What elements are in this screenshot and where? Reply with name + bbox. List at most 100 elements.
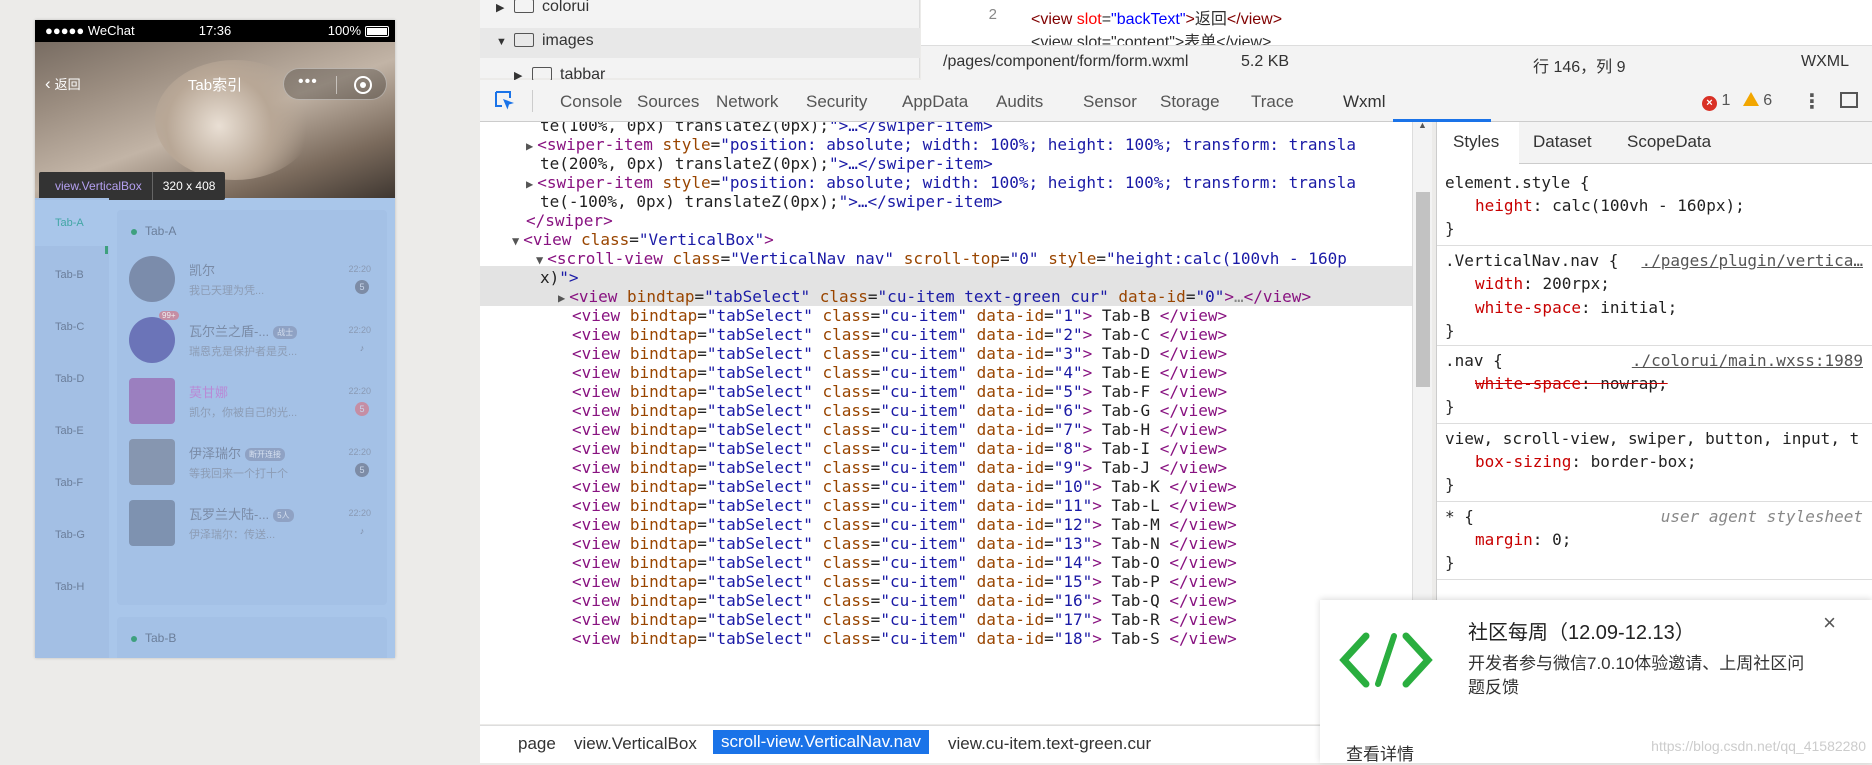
chat-item[interactable]: 瓦罗兰大陆-... 5人 伊泽瑞尔：传送... 22:20 ♪ bbox=[117, 492, 387, 556]
style-property[interactable]: white-space: initial; bbox=[1445, 296, 1872, 320]
style-rule[interactable]: .VerticalNav.nav { ./pages/plugin/vertica… bbox=[1437, 246, 1872, 346]
status-bar: ●●●●● WeChat 17:36 100% bbox=[35, 20, 395, 42]
inspect-element-icon[interactable] bbox=[494, 90, 516, 112]
tab-console[interactable]: Console bbox=[560, 92, 622, 112]
section-title: Tab-B bbox=[131, 631, 176, 645]
avatar bbox=[129, 256, 175, 302]
tab-appdata[interactable]: AppData bbox=[902, 92, 968, 112]
close-icon[interactable]: × bbox=[1823, 610, 1836, 636]
code-line: <view slot="content">表单</view> bbox=[1031, 34, 1272, 45]
dom-node-line[interactable]: ▼ <scroll-view class="VerticalNav nav" sc… bbox=[536, 248, 1347, 270]
tree-item-images[interactable]: ▼ images bbox=[496, 28, 594, 54]
chat-tag: 5人 bbox=[273, 509, 294, 523]
count-badge: 5 bbox=[355, 463, 369, 477]
mute-bell-icon: ♪ bbox=[359, 526, 365, 536]
crumb-scroll-view[interactable]: scroll-view.VerticalNav.nav bbox=[713, 730, 929, 754]
rule-source[interactable]: ./colorui/main.wxss:1989 bbox=[1632, 350, 1863, 372]
left-tab-tab-e[interactable]: Tab-E bbox=[35, 408, 109, 454]
chat-item[interactable]: 莫甘娜 凯尔，你被自己的光... 22:20 5 bbox=[117, 370, 387, 434]
tab-styles[interactable]: Styles bbox=[1453, 132, 1499, 152]
view-details-link[interactable]: 查看详情 bbox=[1346, 740, 1414, 765]
style-property[interactable]: box-sizing: border-box; bbox=[1445, 450, 1872, 474]
collapse-icon[interactable]: ▼ bbox=[512, 234, 519, 248]
notification-card[interactable]: 社区每周（12.09-12.13） 开发者参与微信7.0.10体验邀请、上周社区… bbox=[1320, 600, 1872, 765]
tab-scopedata[interactable]: ScopeData bbox=[1627, 132, 1711, 152]
chat-name: 伊泽瑞尔 断开连接 bbox=[189, 443, 286, 462]
simulator-screen[interactable]: ●●●●● WeChat 17:36 100% ‹ 返回 Tab索引 ••• vi… bbox=[35, 20, 395, 658]
close-miniprogram-icon[interactable] bbox=[354, 76, 372, 94]
collapse-icon[interactable]: ▼ bbox=[536, 253, 543, 267]
expand-icon[interactable]: ▶ bbox=[526, 177, 533, 191]
line-number: 2 bbox=[988, 6, 997, 23]
error-icon: × bbox=[1702, 96, 1717, 111]
code-brackets-icon bbox=[1339, 632, 1433, 688]
style-rule[interactable]: view, scroll-view, swiper, button, input… bbox=[1437, 424, 1872, 502]
left-tab-tab-a[interactable]: Tab-A bbox=[35, 200, 109, 246]
chat-preview: 凯尔，你被自己的光... bbox=[189, 407, 298, 419]
chat-preview: 瑞恩克是保护者是灵... bbox=[189, 346, 298, 358]
left-tab-tab-d[interactable]: Tab-D bbox=[35, 356, 109, 402]
tooltip-size: 320 x 408 bbox=[162, 179, 216, 193]
tooltip-name: view.VerticalBox bbox=[39, 172, 153, 200]
section-card-b: Tab-B bbox=[117, 617, 387, 658]
rule-selector: .VerticalNav.nav { bbox=[1445, 251, 1619, 270]
chat-time: 22:20 bbox=[348, 325, 371, 335]
dock-side-icon[interactable] bbox=[1840, 92, 1858, 108]
expand-icon[interactable]: ▶ bbox=[526, 139, 533, 153]
battery-percent: 100% bbox=[327, 23, 361, 38]
chat-time: 22:20 bbox=[348, 386, 371, 396]
tab-dataset[interactable]: Dataset bbox=[1533, 132, 1592, 152]
rule-source[interactable]: ./pages/plugin/vertica… bbox=[1641, 250, 1863, 272]
tab-network[interactable]: Network bbox=[716, 92, 778, 112]
style-rule[interactable]: .nav {./colorui/main.wxss:1989 white-spac… bbox=[1437, 346, 1872, 424]
tab-security[interactable]: Security bbox=[806, 92, 867, 112]
expand-icon[interactable]: ▶ bbox=[558, 291, 565, 305]
tab-audits[interactable]: Audits bbox=[996, 92, 1043, 112]
capsule-menu[interactable]: ••• bbox=[283, 68, 387, 100]
chat-item[interactable]: 99+ 瓦尔兰之盾-... 战士 瑞恩克是保护者是灵... 22:20 ♪ bbox=[117, 309, 387, 373]
code-editor[interactable]: 2 <view slot="backText">返回</view> <view … bbox=[921, 0, 1872, 45]
breadcrumb: page view.VerticalBox scroll-view.Vertic… bbox=[480, 725, 1320, 763]
tab-storage[interactable]: Storage bbox=[1160, 92, 1220, 112]
more-icon[interactable]: ••• bbox=[298, 73, 318, 91]
style-property[interactable]: margin: 0; bbox=[1445, 528, 1872, 552]
code-line: <view slot="backText">返回</view> bbox=[1031, 11, 1283, 28]
language-mode[interactable]: WXML bbox=[1801, 53, 1849, 71]
tab-trace[interactable]: Trace bbox=[1251, 92, 1294, 112]
avatar bbox=[129, 500, 175, 546]
left-tab-tab-g[interactable]: Tab-G bbox=[35, 512, 109, 558]
style-property[interactable]: white-space: nowrap; bbox=[1445, 372, 1872, 396]
style-property[interactable]: width: 200rpx; bbox=[1445, 272, 1872, 296]
left-tab-tab-b[interactable]: Tab-B bbox=[35, 252, 109, 298]
style-property[interactable]: height: calc(100vh - 160px); bbox=[1445, 194, 1872, 218]
chat-name: 凯尔 bbox=[189, 263, 216, 278]
file-tree: ▶ colorui ▼ images ▶ tabbar bbox=[480, 0, 920, 83]
style-rule[interactable]: element.style { height: calc(100vh - 160p… bbox=[1437, 168, 1872, 246]
chat-name: 瓦尔兰之盾-... 战士 bbox=[189, 321, 298, 340]
cursor-position[interactable]: 行 146，列 9 bbox=[1533, 53, 1626, 77]
folder-icon bbox=[532, 67, 552, 81]
rule-selector: * { bbox=[1445, 507, 1474, 526]
issue-counter[interactable]: × 1 6 bbox=[1702, 92, 1772, 111]
left-tab-tab-f[interactable]: Tab-F bbox=[35, 460, 109, 506]
styles-tabbar: Styles Dataset ScopeData bbox=[1437, 122, 1872, 164]
tab-sensor[interactable]: Sensor bbox=[1083, 92, 1137, 112]
tab-sources[interactable]: Sources bbox=[637, 92, 699, 112]
style-rule[interactable]: * {user agent stylesheet margin: 0;} bbox=[1437, 502, 1872, 580]
crumb-page[interactable]: page bbox=[518, 734, 556, 754]
tree-item-colorui[interactable]: ▶ colorui bbox=[496, 0, 589, 20]
crumb-verticalbox[interactable]: view.VerticalBox bbox=[574, 734, 697, 754]
more-vert-icon[interactable]: ⋮ bbox=[1802, 89, 1822, 114]
file-path: /pages/component/form/form.wxml bbox=[943, 53, 1189, 70]
tab-wxml[interactable]: Wxml bbox=[1343, 92, 1385, 112]
chat-time: 22:20 bbox=[348, 508, 371, 518]
left-tab-tab-c[interactable]: Tab-C bbox=[35, 304, 109, 350]
wxml-tree[interactable]: te(100%, 0px) translateZ(0px);">…</swipe… bbox=[480, 122, 1413, 724]
rule-selector: element.style { bbox=[1445, 173, 1590, 192]
chat-item[interactable]: 凯尔 我已天理为凭... 22:20 5 bbox=[117, 248, 387, 312]
crumb-cu-item[interactable]: view.cu-item.text-green.cur bbox=[948, 734, 1151, 754]
rule-source: user agent stylesheet bbox=[1660, 507, 1863, 526]
chat-item[interactable]: 伊泽瑞尔 断开连接 等我回来一个打十个 22:20 5 bbox=[117, 431, 387, 495]
dom-node-line[interactable]: <view bindtap="tabSelect" class="cu-item… bbox=[572, 628, 1237, 650]
left-tab-tab-h[interactable]: Tab-H bbox=[35, 564, 109, 610]
